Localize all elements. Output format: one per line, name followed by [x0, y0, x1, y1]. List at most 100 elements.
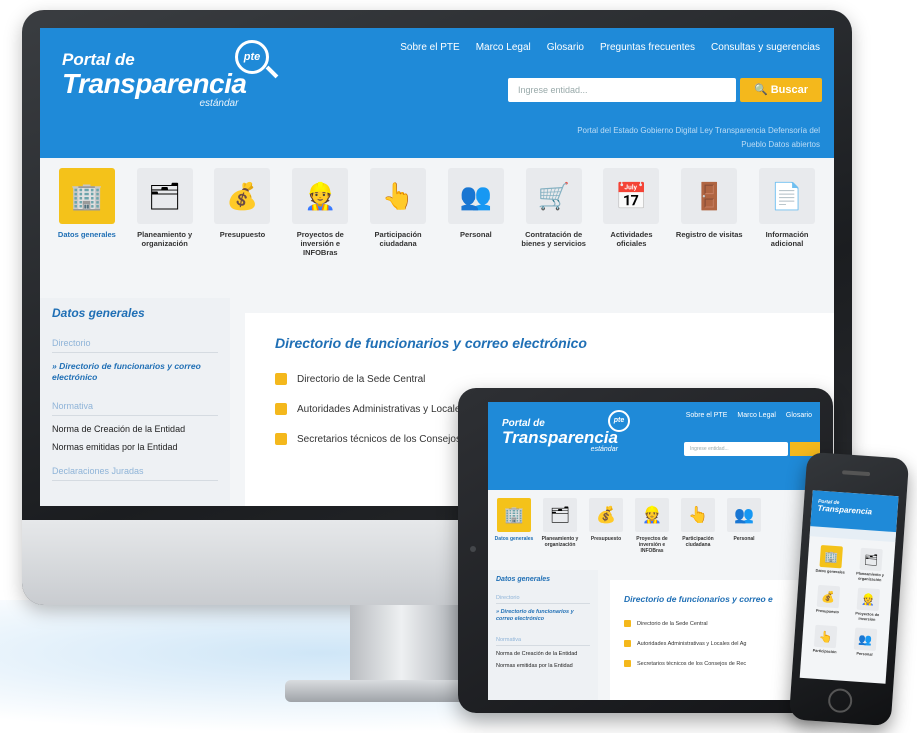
phone-category-personal[interactable]: 👥 Personal — [847, 627, 883, 658]
phone-category-presupuesto[interactable]: 💰 Presupuesto — [810, 584, 846, 620]
category-label: Presupuesto — [590, 536, 622, 542]
category-actividades[interactable]: 📅 Actividades oficiales — [595, 168, 667, 293]
tablet-header: Portal de Transparencia estándar pte Sob… — [488, 402, 820, 490]
edit-icon — [275, 403, 287, 415]
tablet-sidebar: Datos generales Directorio » Directorio … — [488, 570, 598, 700]
header-sublinks[interactable]: Portal del Estado Gobierno Digital Ley T… — [570, 124, 820, 152]
phone-speaker — [841, 470, 871, 477]
phone-home-button[interactable] — [827, 687, 853, 714]
tablet-nav-sobre-pte[interactable]: Sobre el PTE — [686, 412, 728, 419]
tablet-category-row: 🏢 Datos generales 🗂 Planeamiento y organ… — [494, 498, 820, 554]
org-chart-icon: 🗂 — [136, 168, 193, 224]
tablet-content-link-autoridades[interactable]: Autoridades Administrativas y Locales de… — [624, 640, 806, 647]
cart-icon: 🛒 — [525, 168, 582, 224]
search-button[interactable]: 🔍 Buscar — [740, 78, 822, 102]
hand-icon: 👆 — [681, 498, 715, 532]
tablet-nav-glosario[interactable]: Glosario — [786, 412, 812, 419]
category-informacion-adicional[interactable]: 📄 Información adicional — [751, 168, 823, 293]
nav-glosario[interactable]: Glosario — [547, 42, 584, 53]
tablet-nav-marco-legal[interactable]: Marco Legal — [737, 412, 776, 419]
org-chart-icon: 🗂 — [543, 498, 577, 532]
people-icon: 👥 — [727, 498, 761, 532]
edit-icon — [624, 640, 631, 647]
tablet-pte-magnifier-icon: pte — [608, 410, 630, 432]
tablet-category-datos-generales[interactable]: 🏢 Datos generales — [494, 498, 534, 554]
category-label: Presupuesto — [815, 608, 839, 615]
tablet-category-personal[interactable]: 👥 Personal — [724, 498, 764, 554]
phone-category-planeamiento[interactable]: 🗂 Planeamiento y organización — [853, 547, 889, 583]
tablet-device: Portal de Transparencia estándar pte Sob… — [458, 388, 833, 713]
sidebar-item-normas-emitidas[interactable]: Normas emitidas por la Entidad — [52, 442, 218, 452]
visitor-icon: 🚪 — [681, 168, 738, 224]
top-navigation: Sobre el PTE Marco Legal Glosario Pregun… — [400, 42, 820, 53]
tablet-category-presupuesto[interactable]: 💰 Presupuesto — [586, 498, 626, 554]
tablet-logo[interactable]: Portal de Transparencia estándar — [502, 418, 618, 453]
category-label: Participación ciudadana — [374, 230, 422, 248]
search-button-label: Buscar — [770, 84, 809, 96]
category-label: Información adicional — [765, 230, 809, 248]
content-link-sede-central[interactable]: Directorio de la Sede Central — [275, 373, 805, 385]
people-icon: 👥 — [447, 168, 504, 224]
tablet-logo-line2: Transparencia — [502, 428, 618, 447]
worker-icon: 👷 — [856, 587, 881, 612]
tablet-category-participacion[interactable]: 👆 Participación ciudadana — [678, 498, 718, 554]
category-personal[interactable]: 👥 Personal — [440, 168, 512, 293]
tablet-sidebar-item-norma-creacion[interactable]: Norma de Creación de la Entidad — [496, 651, 590, 657]
phone-category-proyectos[interactable]: 👷 Proyectos de inversión — [850, 587, 886, 623]
category-presupuesto[interactable]: 💰 Presupuesto — [206, 168, 278, 293]
sidebar: Datos generales Directorio » Directorio … — [40, 298, 230, 506]
category-label: Datos generales — [494, 536, 534, 542]
tablet-search-input[interactable]: Ingrese entidad... — [684, 442, 788, 456]
nav-preguntas[interactable]: Preguntas frecuentes — [600, 42, 695, 53]
tablet-content-link-sede-central[interactable]: Directorio de la Sede Central — [624, 620, 806, 627]
category-proyectos[interactable]: 👷 Proyectos de inversión e INFOBras — [284, 168, 356, 293]
tablet-main-content: Directorio de funcionarios y correo e Di… — [610, 580, 820, 700]
people-icon: 👥 — [853, 627, 878, 652]
sidebar-section-declaraciones: Declaraciones Juradas — [52, 466, 218, 481]
category-contratacion[interactable]: 🛒 Contratación de bienes y servicios — [518, 168, 590, 293]
category-label: Proyectos de inversión e INFOBras — [636, 536, 668, 554]
category-registro-visitas[interactable]: 🚪 Registro de visitas — [673, 168, 745, 293]
edit-icon — [624, 620, 631, 627]
tablet-sidebar-item-normas-emitidas[interactable]: Normas emitidas por la Entidad — [496, 663, 590, 669]
site-logo[interactable]: Portal de Transparencia estándar — [62, 50, 247, 109]
phone-category-datos-generales[interactable]: 🏢 Datos generales — [813, 544, 849, 581]
phone-category-grid: 🏢 Datos generales 🗂 Planeamiento y organ… — [801, 536, 896, 667]
sidebar-section-normativa: Normativa — [52, 401, 218, 416]
document-icon: 📄 — [759, 168, 816, 224]
nav-consultas[interactable]: Consultas y sugerencias — [711, 42, 820, 53]
edit-icon — [624, 660, 631, 667]
content-link-label: Autoridades Administrativas y Locales — [297, 403, 466, 415]
phone-header: Portal de Transparencia — [810, 490, 899, 533]
tablet-sidebar-link-directorio[interactable]: » Directorio de funcionarios y correo el… — [496, 609, 590, 623]
search-input[interactable]: Ingrese entidad... — [508, 78, 736, 102]
tablet-content-link-secretarios[interactable]: Secretarios técnicos de los Consejos de … — [624, 660, 806, 667]
tablet-sidebar-section-normativa: Normativa — [496, 637, 590, 646]
category-datos-generales[interactable]: 🏢 Datos generales — [51, 168, 123, 293]
tablet-logo-line3: estándar — [590, 446, 618, 453]
nav-marco-legal[interactable]: Marco Legal — [476, 42, 531, 53]
logo-line1: Portal de — [62, 50, 135, 69]
category-label: Presupuesto — [219, 230, 266, 239]
tablet-category-proyectos[interactable]: 👷 Proyectos de inversión e INFOBras — [632, 498, 672, 554]
worker-icon: 👷 — [635, 498, 669, 532]
category-label: Datos generales — [57, 230, 116, 239]
money-bag-icon: 💰 — [816, 584, 841, 609]
category-label: Registro de visitas — [675, 230, 743, 239]
money-bag-icon: 💰 — [214, 168, 271, 224]
logo-line2: Transparencia — [62, 68, 247, 99]
org-chart-icon: 🗂 — [859, 547, 883, 572]
phone-category-participacion[interactable]: 👆 Participación — [807, 624, 843, 655]
sidebar-link-directorio-funcionarios[interactable]: » Directorio de funcionarios y correo el… — [52, 361, 218, 383]
phone-logo[interactable]: Portal de Transparencia — [817, 499, 872, 517]
sidebar-title: Datos generales — [52, 306, 145, 320]
category-participacion[interactable]: 👆 Participación ciudadana — [362, 168, 434, 293]
category-planeamiento[interactable]: 🗂 Planeamiento y organización — [129, 168, 201, 293]
sidebar-item-norma-creacion[interactable]: Norma de Creación de la Entidad — [52, 424, 218, 434]
category-label: Actividades oficiales — [610, 230, 653, 248]
magnifier-handle — [265, 65, 279, 79]
tablet-category-planeamiento[interactable]: 🗂 Planeamiento y organización — [540, 498, 580, 554]
nav-sobre-pte[interactable]: Sobre el PTE — [400, 42, 459, 53]
content-link-label: Directorio de la Sede Central — [637, 620, 708, 627]
hand-icon: 👆 — [370, 168, 427, 224]
